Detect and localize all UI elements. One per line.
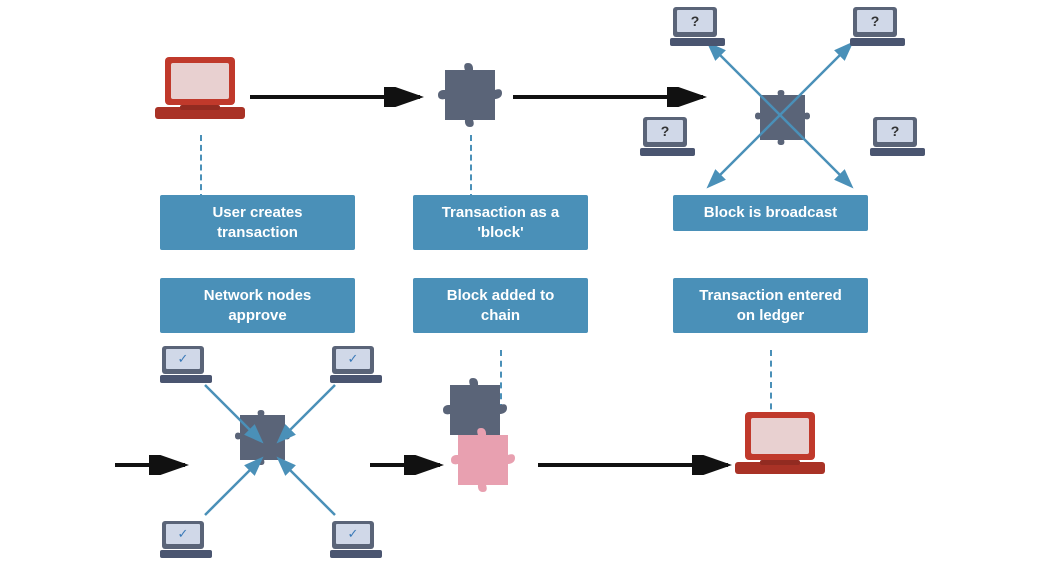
svg-text:?: ? <box>871 13 880 29</box>
dashed-line-2 <box>470 135 472 200</box>
arrow-2 <box>513 87 713 107</box>
svg-text:✓: ✓ <box>348 526 359 541</box>
user-laptop-icon <box>155 55 245 135</box>
arrow-bottom-3 <box>538 455 738 475</box>
block-added-label: Block added tochain <box>413 278 588 333</box>
ledger-laptop-icon <box>735 410 825 490</box>
transaction-block-label: Transaction as a'block' <box>413 195 588 250</box>
svg-text:✓: ✓ <box>178 526 189 541</box>
dashed-line-1 <box>200 135 202 200</box>
arrow-bottom-in <box>115 455 195 475</box>
network-nodes-label: Network nodesapprove <box>160 278 355 333</box>
arrow-bottom-2 <box>370 455 450 475</box>
blockchain-diagram: ? ? ? ? <box>0 0 1044 550</box>
arrow-1 <box>250 87 430 107</box>
svg-text:?: ? <box>891 123 900 139</box>
svg-text:✓: ✓ <box>178 351 189 366</box>
transaction-ledger-label: Transaction enteredon ledger <box>673 278 868 333</box>
transaction-block-icon <box>430 55 510 140</box>
block-chain-icon <box>435 370 515 455</box>
svg-text:?: ? <box>661 123 670 139</box>
svg-text:?: ? <box>691 13 700 29</box>
svg-text:✓: ✓ <box>348 351 359 366</box>
user-creates-label: User createstransaction <box>160 195 355 250</box>
block-broadcast-label: Block is broadcast <box>673 195 868 231</box>
